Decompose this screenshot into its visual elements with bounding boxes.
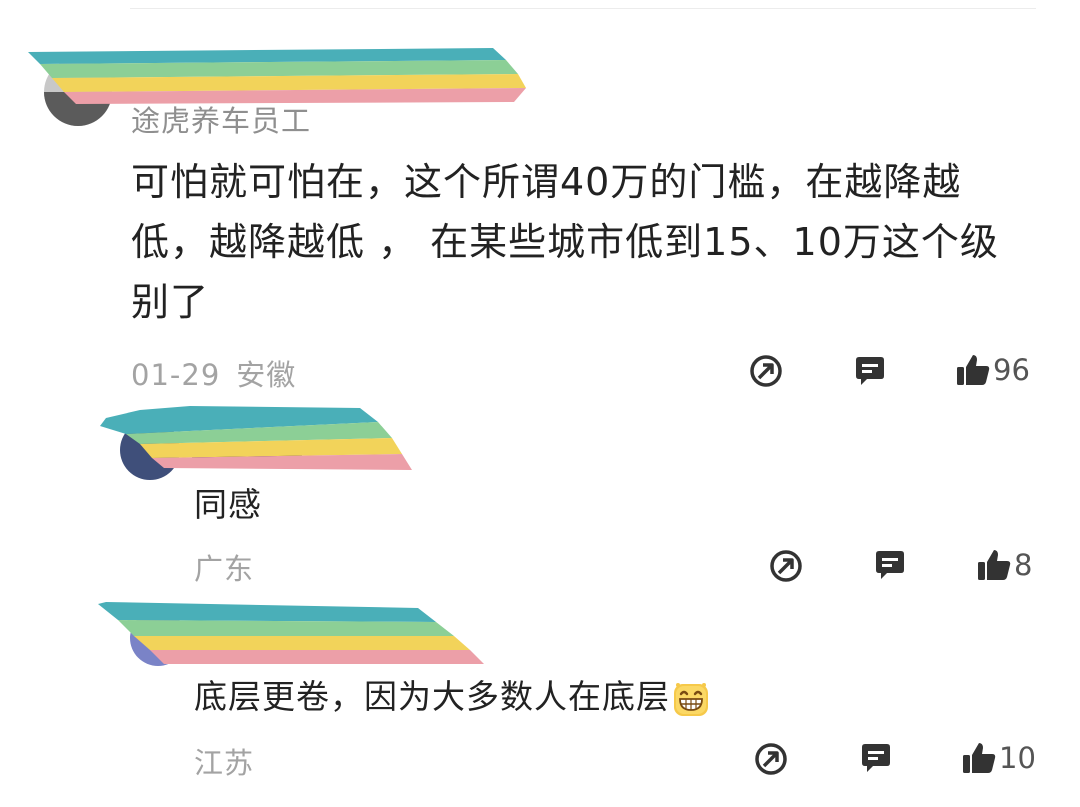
share-icon (750, 355, 782, 387)
reply-button[interactable] (872, 547, 908, 583)
thumbs-up-icon (963, 743, 996, 773)
share-button[interactable] (753, 741, 789, 777)
reply-text: 底层更卷，因为大多数人在底层 (194, 670, 710, 718)
comment-icon (856, 357, 884, 385)
redacted-username (98, 602, 484, 664)
thumbs-up-icon (978, 550, 1011, 580)
like-count: 96 (993, 353, 1030, 387)
comment-text: 可怕就可怕在，这个所谓40万的门槛，在越降越低，越降越低 ， 在某些城市低到15… (131, 160, 999, 324)
comment-date: 01-29 (131, 358, 221, 392)
comment-icon (862, 744, 890, 772)
comment-icon (876, 551, 904, 579)
like-button[interactable]: 8 (976, 547, 1032, 583)
redacted-username (100, 406, 412, 470)
comment-meta: 01-29 安徽 (131, 352, 296, 394)
reply-text-content: 底层更卷，因为大多数人在底层 (194, 677, 670, 716)
top-divider (130, 8, 1036, 9)
like-button[interactable]: 10 (961, 740, 1036, 776)
reply-location: 广东 (194, 552, 255, 586)
thumbs-up-icon (957, 355, 990, 385)
grinning-face-emoji (674, 682, 708, 716)
share-button[interactable] (768, 548, 804, 584)
commenter-subtitle: 途虎养车员工 (131, 104, 312, 138)
reply-text: 同感 (194, 485, 262, 524)
share-button[interactable] (748, 353, 784, 389)
like-count: 10 (999, 741, 1036, 775)
reply-button[interactable] (852, 353, 888, 389)
comment-location: 安徽 (236, 358, 297, 392)
share-icon (755, 743, 787, 775)
reply-button[interactable] (858, 740, 894, 776)
share-icon (770, 550, 802, 582)
redacted-username (28, 48, 526, 104)
reply-location: 江苏 (194, 746, 255, 780)
like-button[interactable]: 96 (955, 352, 1030, 388)
like-count: 8 (1014, 548, 1033, 582)
